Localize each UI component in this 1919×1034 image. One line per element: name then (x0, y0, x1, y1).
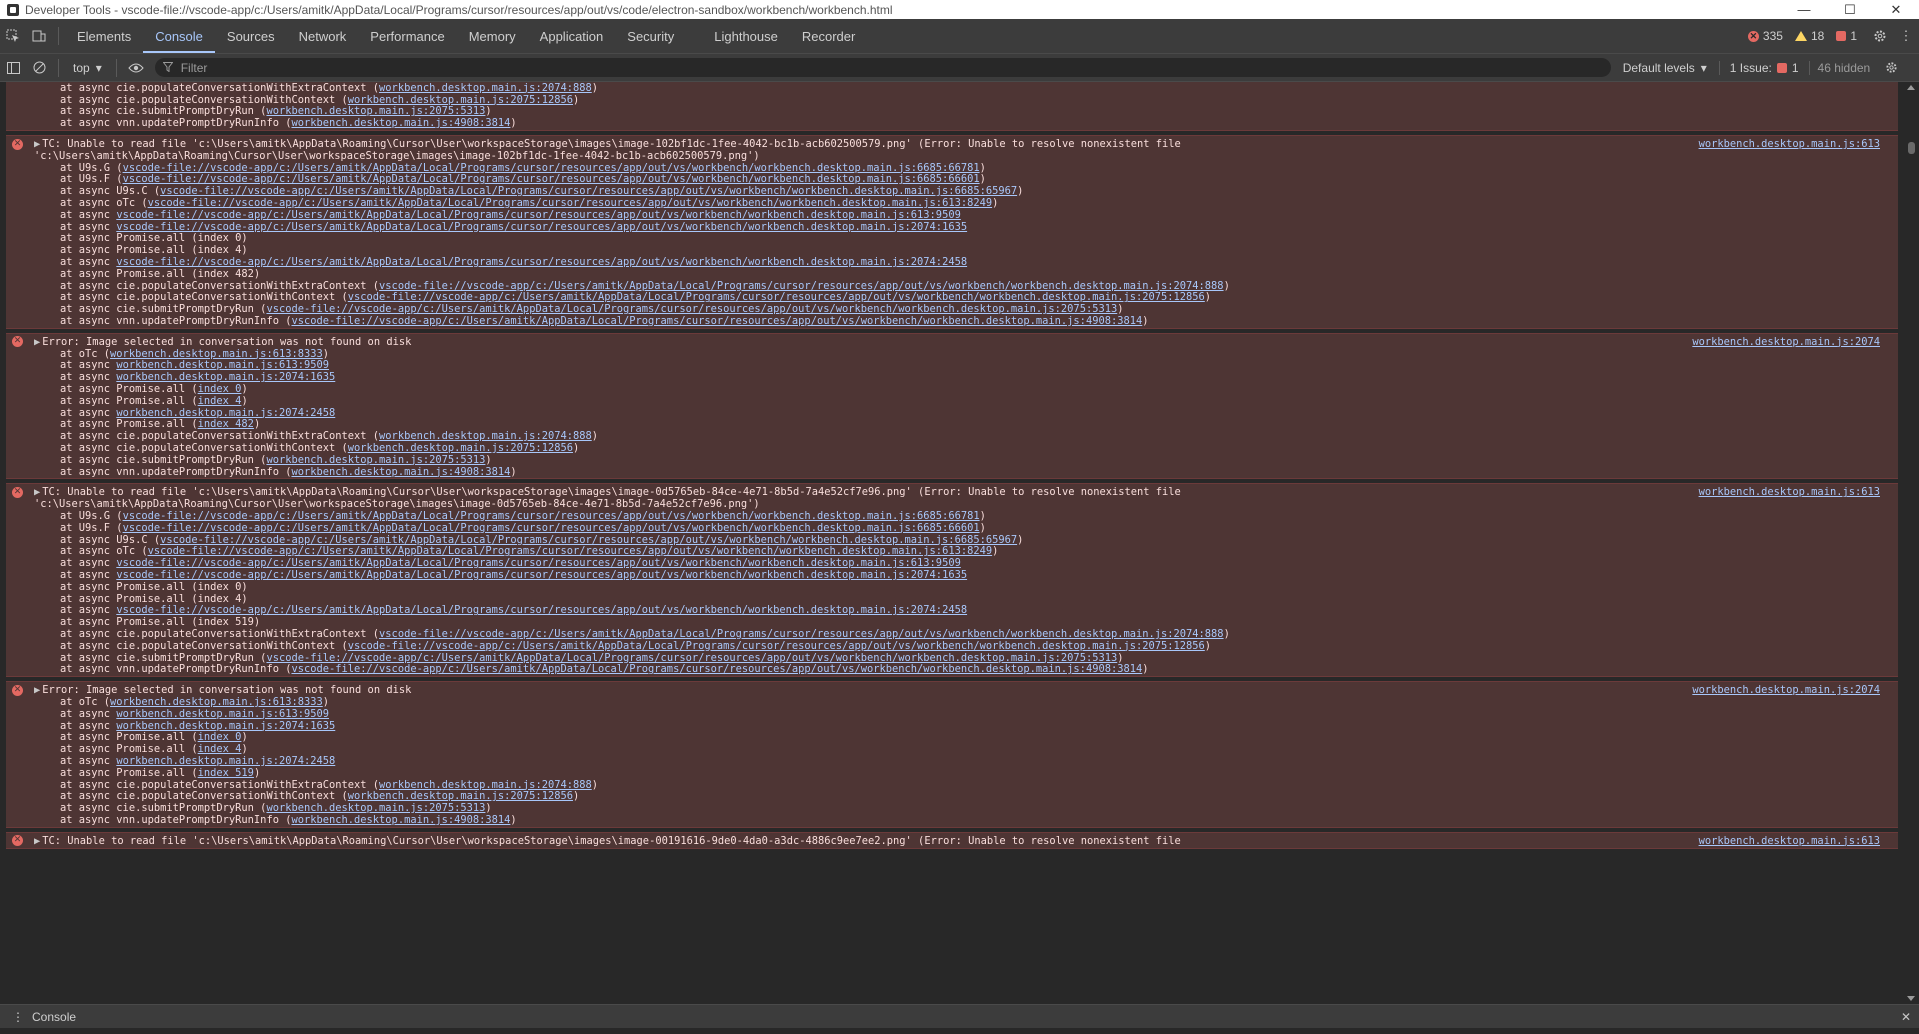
source-link[interactable]: vscode-file://vscode-app/c:/Users/amitk/… (291, 663, 1142, 675)
toolbar-divider (115, 58, 117, 77)
source-link[interactable]: vscode-file://vscode-app/c:/Users/amitk/… (291, 315, 1142, 327)
frame-text: ) (510, 813, 517, 826)
error-count[interactable]: ✕ 335 (1747, 29, 1783, 43)
tab-lighthouse[interactable]: Lighthouse (702, 19, 790, 53)
error-icon: ✕ (1747, 30, 1759, 42)
issue-icon (1776, 62, 1787, 73)
tab-console[interactable]: Console (143, 19, 215, 53)
scrollbar-thumb[interactable] (1908, 142, 1915, 154)
message-source-link[interactable]: workbench.desktop.main.js:613 (1699, 834, 1880, 848)
tab-sources[interactable]: Sources (215, 19, 287, 53)
stack-frame: at async vnn.updatePromptDryRunInfo (vsc… (6, 314, 1898, 328)
line-text: at async vnn.updatePromptDryRunInfo (vsc… (60, 662, 1149, 676)
minimize-button[interactable]: — (1781, 0, 1827, 19)
console-error-message[interactable]: at async Promise.all (index 461)at async… (6, 82, 1898, 131)
frame-text: at async vnn.updatePromptDryRunInfo ( (60, 465, 292, 478)
stack-frame: at async vnn.updatePromptDryRunInfo (wor… (6, 465, 1898, 479)
tab-performance[interactable]: Performance (358, 19, 456, 53)
tab-application[interactable]: Application (528, 19, 616, 53)
console-messages[interactable]: at async Promise.all (index 461)at async… (0, 82, 1904, 1004)
frame-text: at async vnn.updatePromptDryRunInfo ( (60, 813, 292, 826)
issue-count[interactable]: 1 (1836, 29, 1857, 43)
window-title: Developer Tools - vscode-file://vscode-a… (25, 2, 893, 17)
log-levels-dropdown[interactable]: Default levels ▾ (1611, 61, 1719, 75)
console-error-message[interactable]: ▶ TC: Unable to read file 'c:\Users\amitk… (6, 135, 1898, 329)
frame-text: at async vnn.updatePromptDryRunInfo ( (60, 663, 292, 676)
toolbar-divider (58, 58, 59, 77)
console-toolbar: top▾ Default levels▾ 1 Issue:1 46 hidden (0, 54, 1919, 82)
stack-frame: at async vnn.updatePromptDryRunInfo (wor… (6, 116, 1898, 130)
sidebar-toggle-icon[interactable] (0, 54, 26, 81)
stack-frame: at async vnn.updatePromptDryRunInfo (vsc… (6, 662, 1898, 676)
line-text: at async vnn.updatePromptDryRunInfo (wor… (60, 116, 517, 130)
frame-text: ) (510, 465, 517, 478)
more-options-icon[interactable]: ⋮ (1893, 19, 1919, 53)
frame-text: ) (1142, 663, 1149, 676)
line-text: ▶ TC: Unable to read file 'c:\Users\amitk… (34, 834, 1181, 848)
drawer-bar: ⋮ Console ✕ (0, 1004, 1919, 1028)
hidden-messages-count: 46 hidden (1808, 60, 1879, 75)
line-text: at async vnn.updatePromptDryRunInfo (vsc… (60, 314, 1149, 328)
console-settings-gear-icon[interactable] (1878, 54, 1904, 81)
filter-icon (162, 61, 174, 75)
scroll-up-arrow-icon[interactable] (1907, 85, 1915, 90)
warning-icon (1794, 31, 1807, 41)
inspect-element-icon[interactable] (0, 19, 26, 53)
drawer-menu-icon[interactable]: ⋮ (12, 1010, 24, 1024)
tab-security[interactable]: Security (615, 19, 686, 53)
maximize-button[interactable]: ☐ (1827, 0, 1873, 19)
source-link[interactable]: workbench.desktop.main.js:4908:3814 (291, 814, 510, 826)
tab-elements[interactable]: Elements (65, 19, 143, 53)
filter-box[interactable] (154, 58, 1611, 77)
drawer-tab-console[interactable]: ⋮ Console (0, 1010, 88, 1024)
warning-count[interactable]: 18 (1794, 29, 1824, 43)
frame-text: at async vnn.updatePromptDryRunInfo ( (60, 117, 292, 130)
console-scrollbar[interactable] (1904, 82, 1919, 1004)
context-selector[interactable]: top ▾ (65, 61, 110, 75)
toolbar-divider (58, 27, 59, 45)
close-window-button[interactable]: ✕ (1873, 0, 1919, 19)
message-counts[interactable]: ✕ 335 18 1 (1747, 29, 1857, 43)
issue-icon (1836, 31, 1847, 41)
clear-console-icon[interactable] (26, 54, 52, 81)
console-error-message[interactable]: ▶ Error: Image selected in conversation w… (6, 332, 1898, 480)
expand-triangle-icon[interactable]: ▶ (34, 834, 40, 848)
frame-text: TC: Unable to read file 'c:\Users\amitk\… (42, 834, 1181, 847)
tab-network[interactable]: Network (287, 19, 359, 53)
frame-text: ) (1142, 315, 1149, 327)
settings-gear-icon[interactable] (1867, 19, 1893, 53)
tab-recorder[interactable]: Recorder (790, 19, 867, 53)
chevron-down-icon: ▾ (95, 60, 102, 75)
console-error-message[interactable]: ▶ TC: Unable to read file 'c:\Users\amitk… (6, 831, 1898, 849)
frame-text: ) (510, 117, 517, 130)
window-title-bar: Developer Tools - vscode-file://vscode-a… (0, 0, 1919, 19)
close-drawer-icon[interactable]: ✕ (1893, 1000, 1919, 1034)
line-text: at async vnn.updatePromptDryRunInfo (wor… (60, 465, 517, 479)
console-error-message[interactable]: ▶ TC: Unable to read file 'c:\Users\amitk… (6, 483, 1898, 678)
error-icon: ✕ (12, 835, 23, 847)
error-message-text: ▶ TC: Unable to read file 'c:\Users\amitk… (6, 834, 1898, 848)
devtools-app-icon (7, 3, 19, 16)
filter-input[interactable] (178, 59, 1583, 76)
tab-memory[interactable]: Memory (457, 19, 528, 53)
devtools-tab-bar: Elements Console Sources Network Perform… (0, 19, 1919, 54)
line-text: at async vnn.updatePromptDryRunInfo (wor… (60, 813, 517, 827)
source-link[interactable]: workbench.desktop.main.js:4908:3814 (291, 117, 510, 129)
chevron-down-icon: ▾ (1700, 60, 1707, 75)
device-toolbar-icon[interactable] (26, 19, 52, 53)
source-link[interactable]: workbench.desktop.main.js:4908:3814 (291, 466, 510, 478)
console-error-message[interactable]: ▶ Error: Image selected in conversation w… (6, 681, 1898, 828)
frame-text: at async vnn.updatePromptDryRunInfo ( (60, 315, 292, 327)
stack-frame: at async vnn.updatePromptDryRunInfo (wor… (6, 813, 1898, 827)
live-expression-eye-icon[interactable] (123, 54, 149, 81)
issues-button[interactable]: 1 Issue: 1 (1718, 60, 1809, 75)
